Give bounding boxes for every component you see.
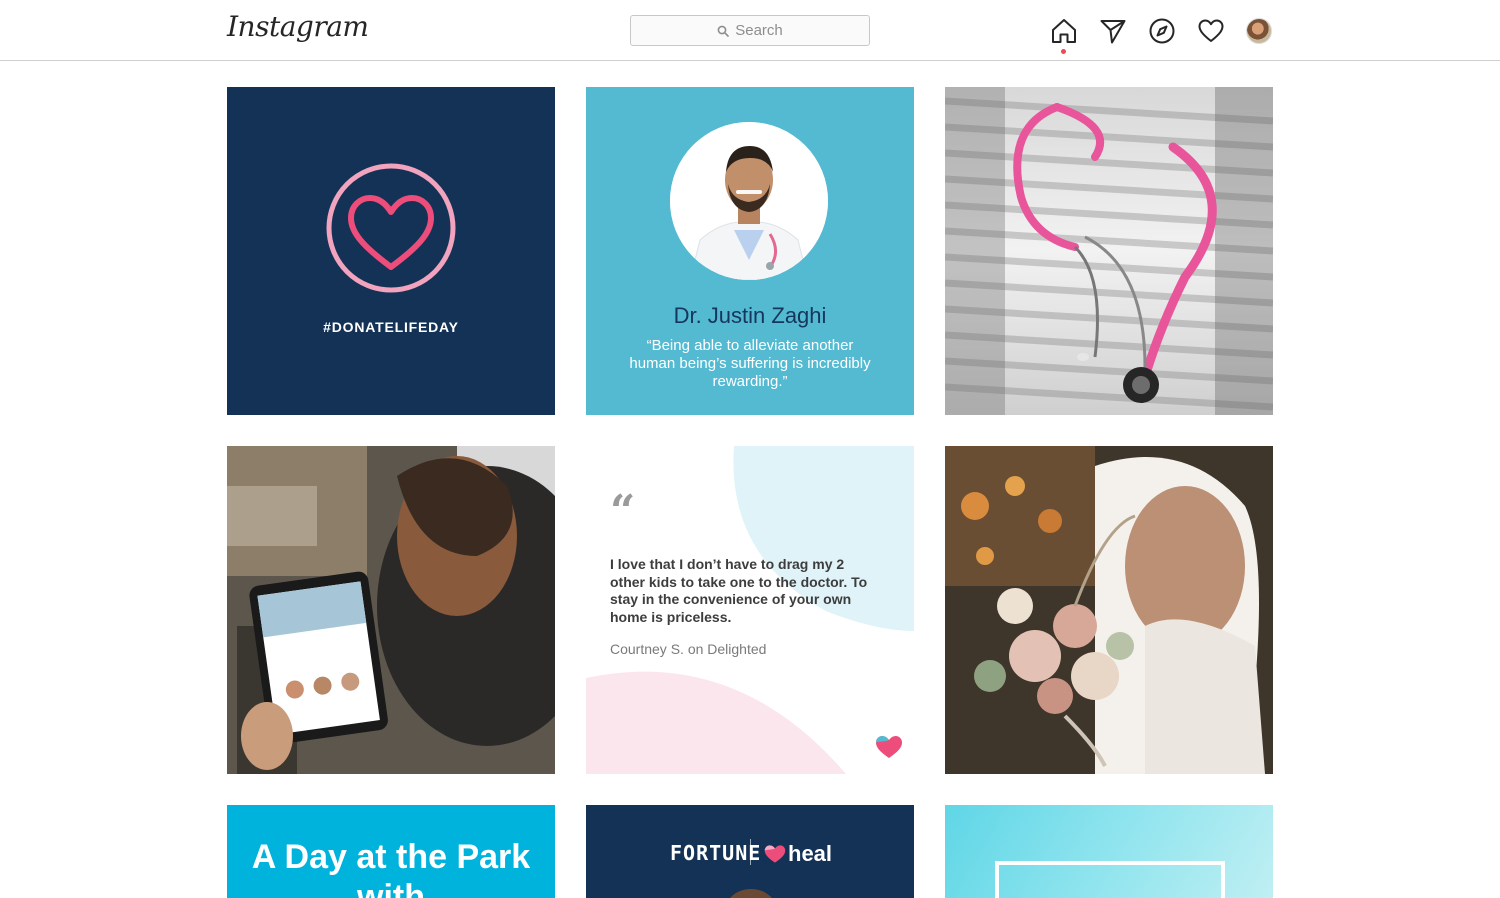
portrait-crop — [726, 889, 776, 898]
active-tab-indicator — [1061, 49, 1066, 54]
quote-mark: “ — [610, 486, 636, 537]
post-bridal-bouquet[interactable] — [945, 446, 1273, 774]
doctor-name: Dr. Justin Zaghi — [673, 303, 827, 328]
doctor-portrait-image — [670, 122, 828, 280]
post-donate-life-day[interactable]: #DONATELIFEDAY — [227, 87, 555, 415]
instagram-logo[interactable]: Instagram — [227, 10, 369, 43]
search-placeholder: Search — [735, 22, 783, 39]
bridal-bouquet-image — [945, 446, 1273, 774]
heal-logo: heal — [764, 841, 832, 867]
search-icon — [717, 25, 730, 37]
post-pink-stethoscope[interactable] — [945, 87, 1273, 415]
post-teal-frame[interactable] — [945, 805, 1273, 898]
activity-heart-icon[interactable] — [1197, 17, 1225, 45]
doctor-quote: “Being able to alleviate another human b… — [629, 337, 871, 390]
top-navigation-bar: Instagram Search — [0, 0, 1500, 61]
post-patient-testimonial[interactable]: “ I love that I don’t have to drag my 2 … — [586, 446, 914, 774]
logo-divider — [750, 839, 751, 865]
profile-avatar[interactable] — [1246, 18, 1272, 44]
explore-compass-icon[interactable] — [1148, 17, 1176, 45]
white-frame-graphic — [995, 861, 1225, 898]
home-icon[interactable] — [1050, 17, 1078, 45]
search-input[interactable]: Search — [630, 15, 870, 46]
testimonial-author: Courtney S. on Delighted — [610, 641, 767, 657]
heart-in-circle-icon — [326, 163, 456, 293]
nav-icon-group — [1050, 17, 1274, 45]
man-with-tablet-image — [227, 446, 555, 774]
post-fortune-heal[interactable]: FORTUNE heal — [586, 805, 914, 898]
post-man-with-tablet[interactable] — [227, 446, 555, 774]
direct-message-icon[interactable] — [1099, 17, 1127, 45]
stethoscope-image — [945, 87, 1273, 415]
post-hashtag: #DONATELIFEDAY — [323, 319, 459, 335]
fortune-logo-text: FORTUNE — [670, 841, 762, 865]
post-doctor-quote[interactable]: Dr. Justin Zaghi “Being able to alleviat… — [586, 87, 914, 415]
testimonial-quote: I love that I don’t have to drag my 2 ot… — [610, 556, 868, 625]
heal-heart-icon — [764, 845, 786, 863]
post-title: A Day at the Park with — [251, 838, 531, 898]
heal-heart-logo-icon — [876, 736, 902, 758]
heal-logo-text: heal — [788, 841, 833, 866]
post-day-at-the-park[interactable]: A Day at the Park with — [227, 805, 555, 898]
